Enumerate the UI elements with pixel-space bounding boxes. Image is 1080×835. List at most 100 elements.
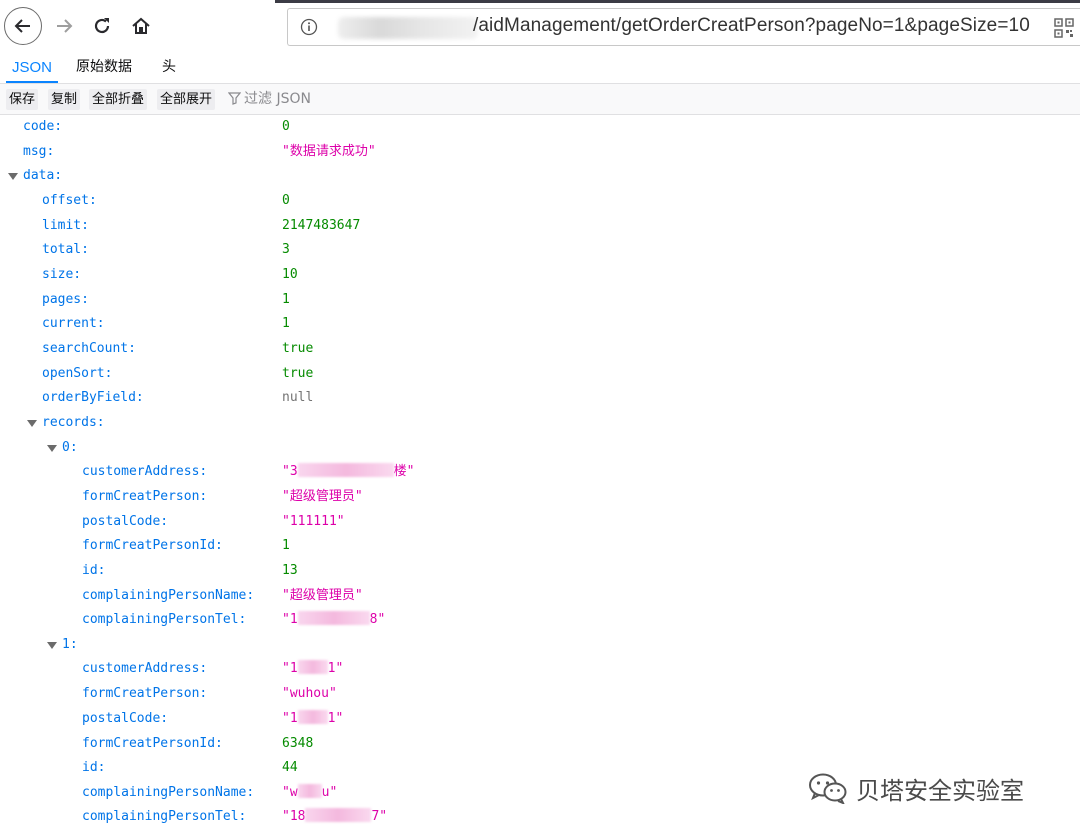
json-value: "3 楼" xyxy=(282,460,414,484)
tree-row-current[interactable]: current: 1 xyxy=(0,312,1080,336)
json-value: "数据请求成功" xyxy=(282,144,376,159)
json-key: id: xyxy=(82,563,106,578)
value-suffix: 楼" xyxy=(393,464,415,479)
json-value: "1 1" xyxy=(282,657,343,681)
redacted-text xyxy=(297,710,328,724)
value-suffix: 1" xyxy=(327,711,344,726)
json-value: "超级管理员" xyxy=(282,489,363,504)
arrow-right-icon xyxy=(57,19,73,33)
json-value: "111111" xyxy=(282,514,345,529)
json-value: 1 xyxy=(282,292,290,307)
tree-row-formcreatperson[interactable]: formCreatPerson: "超级管理员" xyxy=(0,485,1080,509)
json-value: "1 8" xyxy=(282,608,385,632)
tree-row-offset[interactable]: offset: 0 xyxy=(0,189,1080,213)
value-suffix: 1" xyxy=(327,661,344,676)
redacted-host xyxy=(338,17,478,39)
tree-row-code[interactable]: code: 0 xyxy=(0,115,1080,139)
json-value: 2147483647 xyxy=(282,218,361,233)
tree-row-data[interactable]: data: xyxy=(0,164,1080,188)
json-key: postalCode: xyxy=(82,514,169,529)
json-value: true xyxy=(282,341,314,356)
collapse-all-button[interactable]: 全部折叠 xyxy=(89,89,148,110)
json-key: msg: xyxy=(23,144,55,159)
expand-toggle-icon[interactable] xyxy=(27,420,37,427)
tree-row-postalcode[interactable]: postalCode: "1 1" xyxy=(0,707,1080,731)
json-value: "wuhou" xyxy=(282,686,337,701)
json-value: 13 xyxy=(282,563,298,578)
tab-raw-data[interactable]: 原始数据 xyxy=(76,54,132,83)
value-prefix: "1 xyxy=(282,612,298,627)
redacted-text xyxy=(297,611,370,625)
home-icon xyxy=(132,17,150,34)
json-value: true xyxy=(282,366,314,381)
value-prefix: "w xyxy=(282,785,298,800)
tree-row-records[interactable]: records: xyxy=(0,411,1080,435)
tree-row-orderbyfield[interactable]: orderByField: null xyxy=(0,386,1080,410)
qr-code-icon[interactable] xyxy=(1054,18,1074,38)
tree-row-size[interactable]: size: 10 xyxy=(0,263,1080,287)
tree-row-searchcount[interactable]: searchCount: true xyxy=(0,337,1080,361)
json-key: complainingPersonName: xyxy=(82,785,255,800)
redacted-text xyxy=(305,808,372,822)
tree-row-record-0[interactable]: 0: xyxy=(0,436,1080,460)
expand-all-button[interactable]: 全部展开 xyxy=(157,89,216,110)
tab-json[interactable]: JSON xyxy=(6,54,59,83)
tree-row-customeraddress[interactable]: customerAddress: "3 楼" xyxy=(0,460,1080,484)
tree-row-customeraddress[interactable]: customerAddress: "1 1" xyxy=(0,657,1080,681)
copy-button[interactable]: 复制 xyxy=(48,89,81,110)
tree-row-msg[interactable]: msg: "数据请求成功" xyxy=(0,140,1080,164)
json-key: code: xyxy=(23,119,63,134)
expand-toggle-icon[interactable] xyxy=(8,173,18,180)
watermark: 贝塔安全实验室 xyxy=(808,768,1024,808)
json-value: 1 xyxy=(282,538,290,553)
tab-headers[interactable]: 头 xyxy=(162,54,176,83)
reload-icon xyxy=(94,18,110,34)
wechat-icon xyxy=(809,773,847,804)
json-key: pages: xyxy=(42,292,89,307)
info-icon[interactable] xyxy=(300,18,318,36)
tree-row-complainingpersontel[interactable]: complainingPersonTel: "1 8" xyxy=(0,608,1080,632)
json-value: "1 1" xyxy=(282,707,343,731)
json-value: "18 7" xyxy=(282,805,387,829)
filter-placeholder: 过滤 JSON xyxy=(244,91,311,107)
tree-row-total[interactable]: total: 3 xyxy=(0,238,1080,262)
json-value: "w u" xyxy=(282,781,337,805)
tree-row-formcreatperson[interactable]: formCreatPerson: "wuhou" xyxy=(0,682,1080,706)
filter-json-input[interactable]: 过滤 JSON xyxy=(227,89,311,110)
url-text[interactable]: /aidManagement/getOrderCreatPerson?pageN… xyxy=(473,15,1030,37)
save-button[interactable]: 保存 xyxy=(6,89,39,110)
json-key: current: xyxy=(42,316,105,331)
json-key: 0: xyxy=(62,440,78,455)
json-key: complainingPersonTel: xyxy=(82,809,247,824)
tree-row-pages[interactable]: pages: 1 xyxy=(0,288,1080,312)
home-button[interactable] xyxy=(127,12,155,40)
tree-row-complainingpersonname[interactable]: complainingPersonName: "超级管理员" xyxy=(0,584,1080,608)
value-suffix: u" xyxy=(321,785,338,800)
value-prefix: "18 xyxy=(282,809,306,824)
tree-row-formcreatpersonid[interactable]: formCreatPersonId: 1 xyxy=(0,534,1080,558)
json-key: customerAddress: xyxy=(82,661,208,676)
tree-row-opensort[interactable]: openSort: true xyxy=(0,362,1080,386)
url-bar[interactable]: /aidManagement/getOrderCreatPerson?pageN… xyxy=(287,8,1080,46)
redacted-text xyxy=(297,463,394,477)
viewer-tabs: JSON 原始数据 头 xyxy=(0,54,1080,84)
json-tree: code: 0 msg: "数据请求成功" data: offset: 0 li… xyxy=(0,115,1080,835)
tree-row-formcreatpersonid[interactable]: formCreatPersonId: 6348 xyxy=(0,732,1080,756)
tree-row-id[interactable]: id: 13 xyxy=(0,559,1080,583)
json-key: data: xyxy=(23,168,63,183)
reload-button[interactable] xyxy=(88,12,116,40)
tree-row-limit[interactable]: limit: 2147483647 xyxy=(0,214,1080,238)
expand-toggle-icon[interactable] xyxy=(47,445,57,452)
value-suffix: 7" xyxy=(371,809,388,824)
json-key: id: xyxy=(82,760,106,775)
tree-row-postalcode[interactable]: postalCode: "111111" xyxy=(0,510,1080,534)
expand-toggle-icon[interactable] xyxy=(47,642,57,649)
tree-row-record-1[interactable]: 1: xyxy=(0,633,1080,657)
tree-row-complainingpersontel[interactable]: complainingPersonTel: "18 7" xyxy=(0,805,1080,829)
forward-button[interactable] xyxy=(50,12,78,40)
json-key: records: xyxy=(42,415,105,430)
arrow-left-icon xyxy=(14,19,30,33)
json-value: 10 xyxy=(282,267,298,282)
json-key: limit: xyxy=(42,218,89,233)
back-button[interactable] xyxy=(4,7,42,45)
